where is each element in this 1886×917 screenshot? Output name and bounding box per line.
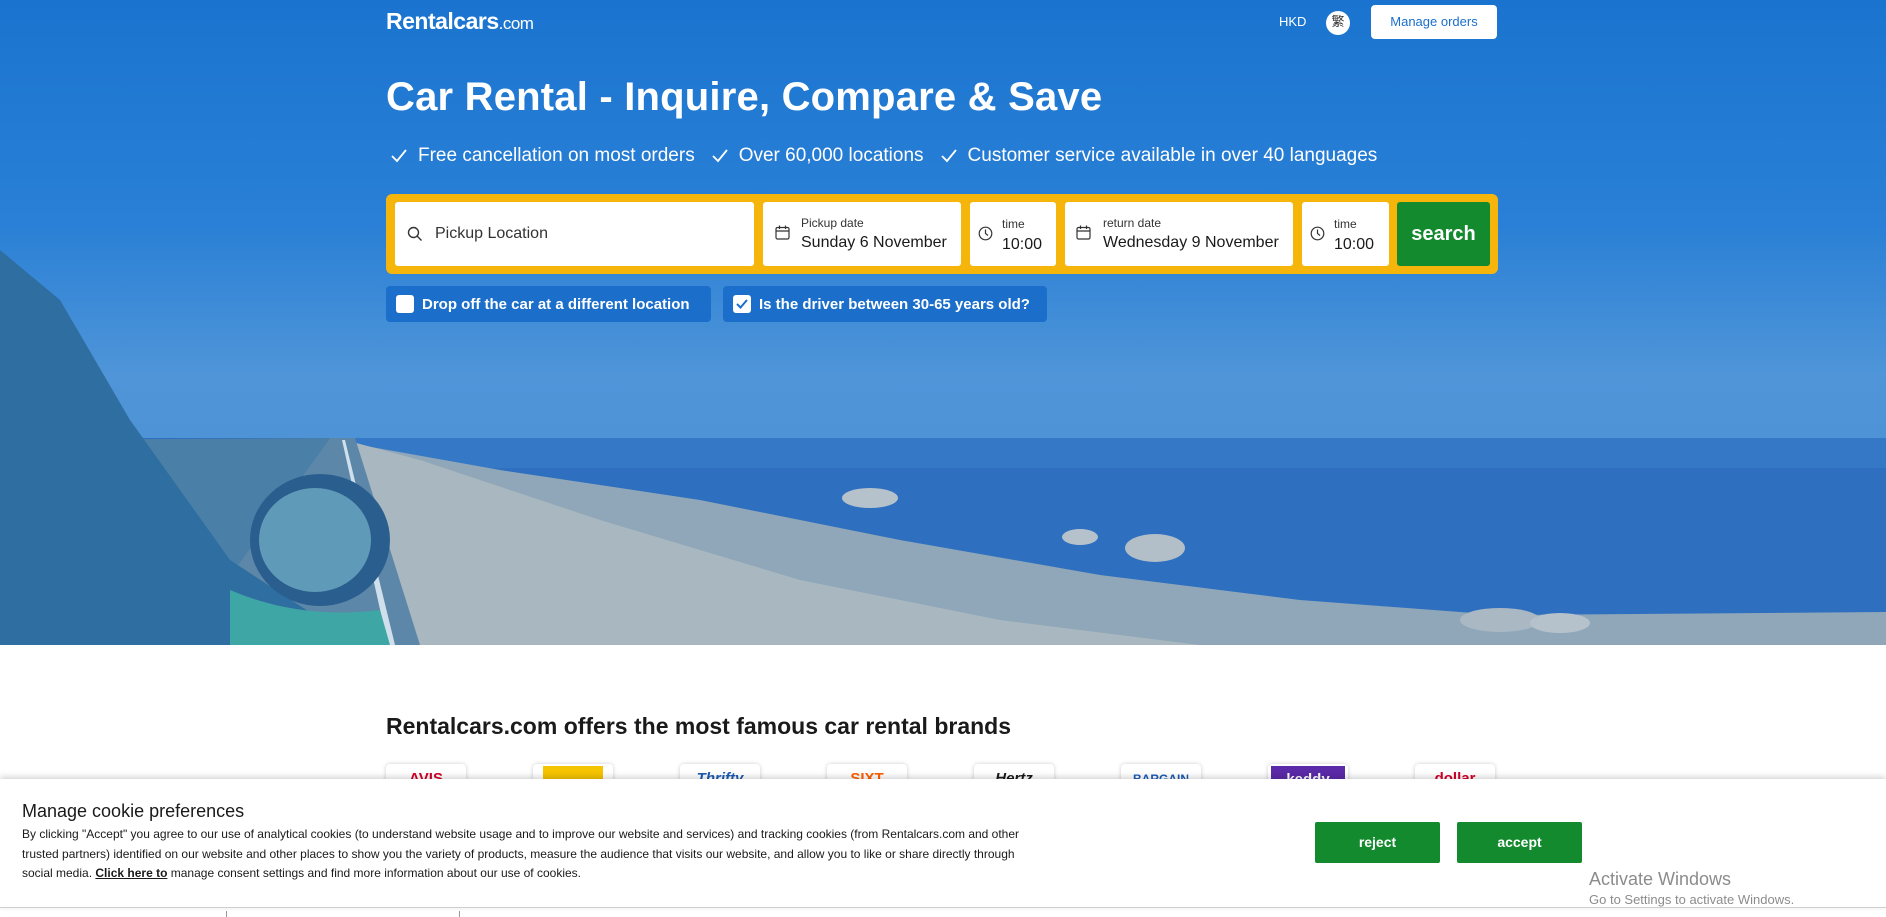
return-date-label: return date: [1103, 216, 1162, 230]
watermark-line2: Go to Settings to activate Windows.: [1589, 892, 1795, 907]
divider-tick: [226, 911, 227, 917]
checkmark-icon: [391, 149, 407, 163]
manage-orders-button[interactable]: Manage orders: [1371, 5, 1497, 39]
return-date-value: Wednesday 9 November: [1103, 234, 1279, 251]
driver-age-checkbox[interactable]: [733, 295, 751, 313]
benefit-text: Customer service available in over 40 la…: [967, 145, 1378, 166]
clock-icon: [1310, 226, 1325, 241]
windows-activation-watermark: Activate Windows Go to Settings to activ…: [1589, 869, 1794, 907]
pickup-date-label: Pickup date: [801, 216, 864, 230]
watermark-line1: Activate Windows: [1589, 869, 1732, 889]
reject-button[interactable]: reject: [1315, 822, 1440, 863]
benefit-item: Customer service available in over 40 la…: [940, 145, 1378, 167]
calendar-icon: [775, 225, 790, 240]
benefit-item: Free cancellation on most orders: [390, 145, 695, 167]
checkmark-icon: [712, 149, 728, 163]
benefits-list: Free cancellation on most orders Over 60…: [390, 145, 1377, 167]
pickup-location-placeholder: Pickup Location: [435, 225, 548, 242]
rentalcars-logo[interactable]: Rentalcars.com: [386, 8, 534, 35]
driver-age-label: Is the driver between 30-65 years old?: [759, 295, 1030, 313]
search-button[interactable]: search: [1397, 202, 1490, 266]
different-location-checkbox[interactable]: [396, 295, 414, 313]
return-date-field[interactable]: return date Wednesday 9 November: [1065, 202, 1293, 266]
pickup-date-field[interactable]: Pickup date Sunday 6 November: [763, 202, 961, 266]
benefit-text: Over 60,000 locations: [738, 145, 924, 166]
accept-button[interactable]: accept: [1457, 822, 1582, 863]
benefit-item: Over 60,000 locations: [711, 145, 924, 167]
different-location-option[interactable]: Drop off the car at a different location: [386, 286, 711, 322]
different-location-label: Drop off the car at a different location: [422, 295, 690, 313]
checkmark-icon: [940, 149, 957, 163]
page-title: Car Rental - Inquire, Compare & Save: [386, 75, 1103, 119]
cookie-settings-link[interactable]: Click here to: [95, 866, 167, 880]
pickup-time-value: 10:00: [1002, 236, 1043, 253]
search-form: Pickup Location Pickup date Sunday 6 Nov…: [386, 194, 1498, 274]
return-time-field[interactable]: time 10:00: [1302, 202, 1389, 266]
calendar-icon: [1076, 225, 1091, 240]
return-time-value: 10:00: [1334, 236, 1375, 253]
cookie-text-tail: manage consent settings and find more in…: [170, 866, 581, 880]
search-icon: [407, 226, 422, 241]
pickup-date-value: Sunday 6 November: [801, 234, 947, 251]
benefit-text: Free cancellation on most orders: [418, 145, 695, 166]
checkmark-icon: [736, 299, 748, 309]
return-time-label: time: [1334, 217, 1357, 231]
pickup-location-input[interactable]: Pickup Location: [395, 202, 754, 266]
divider-tick: [459, 911, 460, 917]
brands-section-title: Rentalcars.com offers the most famous ca…: [386, 713, 1012, 739]
cookie-banner-text: By clicking "Accept" you agree to our us…: [22, 825, 1048, 884]
cookie-banner-title: Manage cookie preferences: [22, 801, 245, 821]
pickup-time-label: time: [1002, 217, 1025, 231]
pickup-time-field[interactable]: time 10:00: [970, 202, 1056, 266]
clock-icon: [978, 226, 993, 241]
language-selector-icon[interactable]: 繁: [1326, 11, 1350, 35]
driver-age-option[interactable]: Is the driver between 30-65 years old?: [723, 286, 1047, 322]
currency-selector[interactable]: HKD: [1279, 14, 1306, 29]
